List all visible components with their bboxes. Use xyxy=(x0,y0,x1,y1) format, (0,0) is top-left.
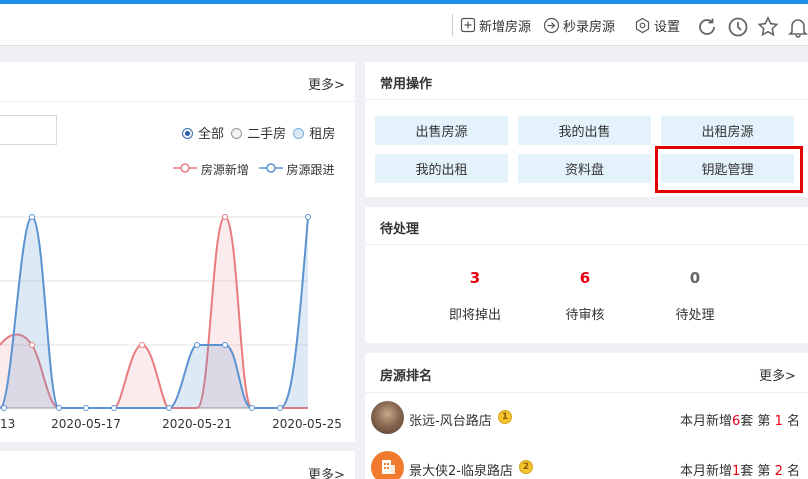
rank-prefix: 第 xyxy=(757,464,771,479)
panel-title: 房源排名 xyxy=(380,369,433,384)
more-link[interactable]: 更多> xyxy=(759,365,796,384)
radio-dot xyxy=(231,128,243,139)
avatar xyxy=(371,401,404,434)
rank-suffix: 名 xyxy=(786,464,800,479)
add-listing-button[interactable]: 新增房源 xyxy=(460,15,531,35)
rent-listing-button[interactable]: 出租房源 xyxy=(661,116,794,145)
legend-label-new: 房源新增 xyxy=(200,163,249,177)
quick-record-button[interactable]: 秒录房源 xyxy=(543,15,615,35)
radio-dot xyxy=(293,128,305,139)
panel-header: 常用操作 xyxy=(365,62,808,100)
x-tick-label: 2020-05-25 xyxy=(272,417,342,431)
radio-dot-selected xyxy=(182,128,193,139)
star-icon[interactable] xyxy=(757,16,779,38)
panel-header: 房源排名 更多> xyxy=(365,353,808,393)
my-sales-button[interactable]: 我的出售 xyxy=(518,116,651,145)
agent-name: 景大侠2-临泉路店 xyxy=(409,464,513,479)
rank-stat: 本月新增1套 第 2 名 xyxy=(680,460,800,479)
stat-prefix: 本月新增 xyxy=(679,414,732,429)
pending-label-todo[interactable]: 待处理 xyxy=(655,304,735,323)
radio-all[interactable]: 全部 xyxy=(182,127,224,142)
chart-legend: 房源新增 房源跟进 xyxy=(173,161,335,178)
pending-label-review[interactable]: 待审核 xyxy=(545,304,625,323)
date-input[interactable] xyxy=(0,115,57,145)
radio-all-label: 全部 xyxy=(198,127,225,142)
listing-trend-panel: 更多> 全部 二手房 租房 房源新增 房源跟进 13 2020-05-17 20… xyxy=(0,62,355,442)
stat-count: 1 xyxy=(731,464,741,479)
pending-count-expiring[interactable]: 3 xyxy=(445,269,505,287)
more-link[interactable]: 更多> xyxy=(308,74,345,93)
legend-label-follow: 房源跟进 xyxy=(286,163,335,177)
x-tick-label: 2020-05-21 xyxy=(162,417,232,431)
pending-panel: 待处理 3 即将掉出 6 待审核 0 待处理 xyxy=(365,207,808,343)
enter-arrow-icon xyxy=(543,17,560,33)
settings-label: 设置 xyxy=(654,19,681,35)
ranking-row[interactable]: 张远-风台路店 1 本月新增6套 第 1 名 xyxy=(365,393,808,439)
panel-header: 更多> xyxy=(0,62,355,102)
pending-count-todo[interactable]: 0 xyxy=(665,269,725,287)
stat-prefix: 本月新增 xyxy=(679,464,732,479)
type-radio-group: 全部 二手房 租房 xyxy=(182,123,335,142)
bell-icon[interactable] xyxy=(787,16,808,38)
radio-rental[interactable]: 租房 xyxy=(293,127,335,142)
ranking-panel: 房源排名 更多> 张远-风台路店 1 本月新增6套 第 1 名 景大侠2-临泉路… xyxy=(365,353,808,479)
stat-count: 6 xyxy=(731,414,741,429)
avatar xyxy=(371,451,404,479)
agent-name: 张远-风台路店 xyxy=(409,414,492,429)
data-pool-button[interactable]: 资料盘 xyxy=(518,154,651,183)
toolbar-divider xyxy=(452,14,453,36)
rank-prefix: 第 xyxy=(757,414,771,429)
quick-record-label: 秒录房源 xyxy=(563,19,616,35)
refresh-icon[interactable] xyxy=(696,16,718,38)
silver-medal-icon: 2 xyxy=(519,460,533,474)
plus-box-icon xyxy=(460,17,476,33)
more-link[interactable]: 更多> xyxy=(308,464,345,479)
legend-swatch-follow xyxy=(258,163,283,173)
settings-button[interactable]: 设置 xyxy=(634,15,680,35)
pending-count-review[interactable]: 6 xyxy=(555,269,615,287)
lower-left-panel: 更多> xyxy=(0,451,355,479)
stat-unit: 套 xyxy=(740,464,754,479)
x-tick-label: 2020-05-17 xyxy=(51,417,121,431)
rank-number: 2 xyxy=(774,464,783,479)
gear-icon xyxy=(635,17,650,33)
my-rentals-button[interactable]: 我的出租 xyxy=(375,154,508,183)
radio-rental-label: 租房 xyxy=(309,127,336,142)
sell-listing-button[interactable]: 出售房源 xyxy=(375,116,508,145)
panel-title: 常用操作 xyxy=(380,77,433,92)
rank-number: 1 xyxy=(774,414,783,429)
panel-header: 待处理 xyxy=(365,207,808,245)
top-toolbar: 新增房源 秒录房源 设置 xyxy=(0,4,808,46)
add-listing-label: 新增房源 xyxy=(479,19,532,35)
rank-stat: 本月新增6套 第 1 名 xyxy=(680,410,800,429)
trend-chart: 13 2020-05-17 2020-05-21 2020-05-25 xyxy=(0,214,342,431)
gold-medal-icon: 1 xyxy=(498,410,512,424)
building-icon xyxy=(382,460,395,474)
stat-unit: 套 xyxy=(740,414,754,429)
radio-second-hand-label: 二手房 xyxy=(247,127,287,142)
common-ops-panel: 常用操作 出售房源 我的出售 出租房源 我的出租 资料盘 钥匙管理 xyxy=(365,62,808,197)
ranking-row[interactable]: 景大侠2-临泉路店 2 本月新增1套 第 2 名 xyxy=(365,443,808,479)
pending-label-expiring[interactable]: 即将掉出 xyxy=(435,304,515,323)
legend-swatch-new xyxy=(173,163,197,173)
x-tick-label: 13 xyxy=(0,417,15,431)
highlight-box xyxy=(655,146,803,193)
panel-title: 待处理 xyxy=(380,222,420,237)
rank-suffix: 名 xyxy=(786,414,800,429)
clock-icon[interactable] xyxy=(727,16,749,38)
radio-second-hand[interactable]: 二手房 xyxy=(231,127,286,142)
